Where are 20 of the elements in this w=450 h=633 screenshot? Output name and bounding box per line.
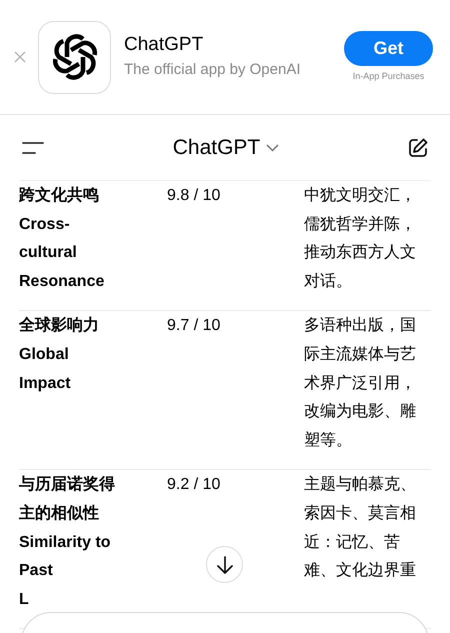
edit-icon[interactable] (408, 138, 428, 158)
purchase-note: In-App Purchases (352, 70, 424, 83)
menu-icon[interactable] (22, 140, 44, 154)
table-cell-text: 全球影响力 Global Impact (19, 316, 100, 394)
table-cell-text: 9.7 / 10 (167, 316, 222, 336)
table-cell-text: 中犹文明交汇， 儒犹哲学并陈， 推动东西方人文 对话。 (304, 186, 416, 292)
arrow-down-icon (216, 556, 232, 574)
get-button[interactable]: Get (344, 30, 433, 66)
nav-title[interactable]: ChatGPT (172, 132, 260, 164)
chevron-down-icon[interactable] (266, 144, 280, 152)
table-cell-text: 9.2 / 10 (167, 475, 222, 496)
table-cell-text: 与历届诺奖得 主的相似性 Similarity to Past L (19, 474, 116, 610)
scroll-down-button[interactable] (206, 546, 243, 583)
app-icon (38, 20, 111, 94)
app-name: ChatGPT (124, 33, 204, 57)
app-subtitle: The official app by OpenAI (124, 60, 300, 80)
table-cell-text: 主题与帕慕克、 索因卡、莫言相 近：记忆、苦 难、文化边界重 (304, 474, 416, 582)
table-cell-text: 9.8 / 10 (167, 186, 222, 206)
table-cell-text: 多语种出版，国 际主流媒体与艺 术界广泛引用， 改编为电影、雕 塑等。 (304, 316, 416, 451)
table-cell-text: 跨文化共鸣 Cross- cultural Resonance (19, 185, 106, 292)
